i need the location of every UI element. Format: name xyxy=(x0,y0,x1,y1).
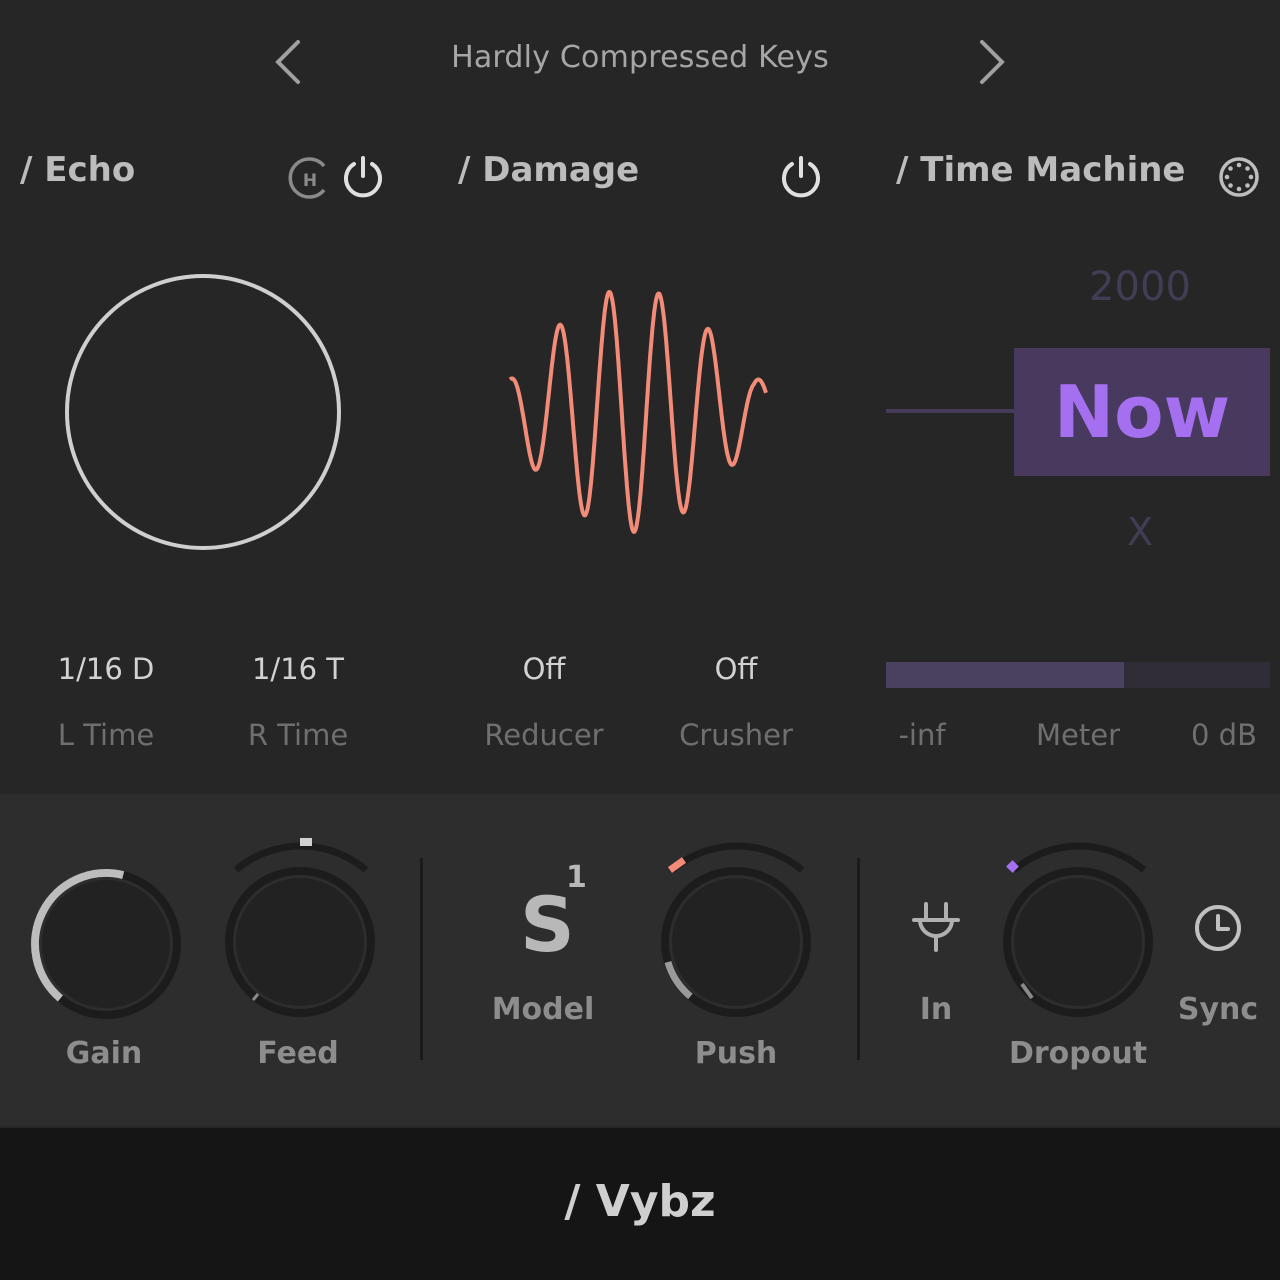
gain-knob[interactable] xyxy=(28,866,184,1022)
r-time-value[interactable]: 1/16 T xyxy=(208,652,388,686)
time-machine-line xyxy=(886,409,1016,413)
time-machine-settings-button[interactable] xyxy=(1216,154,1262,204)
output-meter-fill xyxy=(886,662,1125,688)
time-machine-current-label: Now xyxy=(1053,370,1231,454)
time-machine-year[interactable]: 2000 xyxy=(1040,264,1240,310)
sync-button[interactable] xyxy=(1192,902,1244,958)
echo-title: / Echo xyxy=(20,150,136,190)
push-knob[interactable] xyxy=(656,834,816,1024)
sync-label: Sync xyxy=(1177,992,1259,1027)
next-preset-button[interactable] xyxy=(972,36,1012,88)
panel-divider xyxy=(420,858,423,1060)
damage-power-button[interactable] xyxy=(778,154,824,204)
dial-icon xyxy=(1219,157,1259,197)
output-meter xyxy=(886,662,1270,688)
l-time-value[interactable]: 1/16 D xyxy=(16,652,196,686)
chevron-right-icon xyxy=(980,40,1005,84)
brand-logo: / Vybz xyxy=(564,1176,716,1227)
l-time-label: L Time xyxy=(57,718,155,752)
input-button[interactable] xyxy=(906,900,966,960)
svg-text:H: H xyxy=(303,171,317,191)
panel-divider xyxy=(857,858,860,1060)
model-index: 1 xyxy=(566,860,587,895)
model-label: Model xyxy=(491,992,595,1027)
meter-min-label: -inf xyxy=(898,718,946,752)
plug-icon xyxy=(912,902,960,952)
dropout-label: Dropout xyxy=(1008,1036,1148,1071)
reducer-label: Reducer xyxy=(484,718,604,752)
meter-max-label: 0 dB xyxy=(1191,718,1257,752)
echo-hold-button[interactable]: H xyxy=(288,156,332,204)
preset-name[interactable]: Hardly Compressed Keys xyxy=(340,40,940,75)
clock-icon xyxy=(1195,905,1241,951)
echo-power-button[interactable] xyxy=(340,154,386,204)
time-machine-x[interactable]: X xyxy=(1100,510,1180,554)
h-badge-icon: H xyxy=(288,157,326,199)
time-machine-current[interactable]: Now xyxy=(1014,348,1270,476)
model-selector[interactable]: S 1 xyxy=(500,860,600,980)
time-machine-title: / Time Machine xyxy=(896,150,1186,190)
feed-knob[interactable] xyxy=(220,834,380,1024)
power-icon xyxy=(344,156,382,198)
crusher-value[interactable]: Off xyxy=(646,652,826,686)
damage-title: / Damage xyxy=(458,150,640,190)
power-icon xyxy=(782,156,820,198)
reducer-value[interactable]: Off xyxy=(454,652,634,686)
gain-label: Gain xyxy=(65,1036,143,1071)
push-label: Push xyxy=(694,1036,778,1071)
damage-waveform xyxy=(508,290,768,534)
r-time-label: R Time xyxy=(247,718,349,752)
chevron-left-icon xyxy=(275,40,300,84)
echo-circle-display[interactable] xyxy=(60,270,346,556)
feed-label: Feed xyxy=(257,1036,339,1071)
previous-preset-button[interactable] xyxy=(268,36,308,88)
crusher-label: Crusher xyxy=(679,718,793,752)
